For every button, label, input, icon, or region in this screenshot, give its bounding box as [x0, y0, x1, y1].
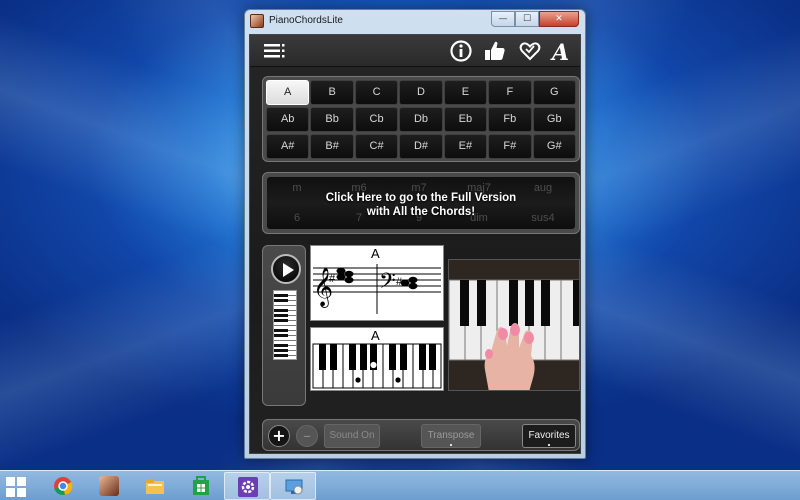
- maximize-button[interactable]: ☐: [515, 11, 539, 27]
- favorites-dropdown-indicator: [548, 444, 550, 446]
- taskbar-chrome[interactable]: [40, 472, 86, 500]
- key-D[interactable]: D: [399, 80, 443, 105]
- chord-type-selector[interactable]: m m6 m7 maj7 aug 6 7 9 dim sus4 Click He…: [262, 172, 580, 234]
- key-A-sharp[interactable]: A#: [266, 134, 310, 159]
- add-favorite-button[interactable]: +: [268, 425, 290, 447]
- promo-line-2: with All the Chords!: [366, 206, 476, 218]
- sound-toggle-button[interactable]: Sound On: [324, 424, 380, 448]
- thumbs-up-icon[interactable]: [483, 39, 507, 63]
- play-button[interactable]: [271, 254, 301, 284]
- svg-text:𝄢: 𝄢: [379, 269, 396, 299]
- transpose-dropdown-indicator: [450, 444, 452, 446]
- app-icon: [250, 14, 264, 28]
- key-G-sharp[interactable]: G#: [532, 134, 576, 159]
- full-version-promo[interactable]: Click Here to go to the Full Version wit…: [267, 191, 575, 219]
- remove-favorite-button[interactable]: –: [296, 425, 318, 447]
- menu-icon[interactable]: [262, 39, 286, 63]
- key-F[interactable]: F: [488, 80, 532, 105]
- key-Bb[interactable]: Bb: [310, 107, 354, 132]
- key-Db[interactable]: Db: [399, 107, 443, 132]
- key-Fb[interactable]: Fb: [488, 107, 532, 132]
- taskbar-piano-chords[interactable]: [86, 472, 132, 500]
- key-G[interactable]: G: [532, 80, 576, 105]
- key-Ab[interactable]: Ab: [266, 107, 310, 132]
- transpose-button[interactable]: Transpose: [421, 424, 481, 448]
- keyboard-diagram: A: [310, 327, 444, 391]
- window-title: PianoChordsLite: [269, 15, 343, 26]
- key-Gb[interactable]: Gb: [532, 107, 576, 132]
- taskbar: [0, 470, 800, 500]
- taskbar-settings[interactable]: [224, 472, 270, 500]
- minimize-button[interactable]: —: [491, 11, 515, 27]
- key-B[interactable]: B: [310, 80, 354, 105]
- taskbar-file-explorer[interactable]: [132, 472, 178, 500]
- favorites-label: Favorites: [528, 430, 570, 441]
- treble-sharp-sign: #: [329, 273, 336, 285]
- key-E[interactable]: E: [443, 80, 488, 105]
- chord-notation: A 𝄞 𝄢 # #: [310, 245, 444, 321]
- svg-text:A: A: [550, 40, 569, 63]
- mini-piano-icon[interactable]: [273, 290, 297, 360]
- info-icon[interactable]: [449, 39, 473, 63]
- flat-keys-row: Ab Bb Cb Db Eb Fb Gb: [266, 107, 576, 133]
- key-Eb[interactable]: Eb: [443, 107, 488, 132]
- store-icon: [191, 476, 211, 496]
- heart-icon[interactable]: [518, 39, 542, 63]
- key-Cb[interactable]: Cb: [354, 107, 399, 132]
- font-icon[interactable]: A: [550, 39, 574, 66]
- title-bar[interactable]: PianoChordsLite — ☐ ✕: [245, 10, 585, 32]
- file-explorer-icon: [145, 476, 165, 496]
- control-panel-icon: [284, 477, 304, 497]
- close-button[interactable]: ✕: [539, 11, 579, 27]
- favorites-button[interactable]: Favorites: [522, 424, 576, 448]
- key-F-sharp[interactable]: F#: [488, 134, 532, 159]
- key-E-sharp[interactable]: E#: [443, 134, 488, 159]
- key-C[interactable]: C: [354, 80, 399, 105]
- key-C-sharp[interactable]: C#: [354, 134, 399, 159]
- key-A[interactable]: A: [266, 80, 310, 105]
- taskbar-control-panel[interactable]: [270, 472, 316, 500]
- promo-line-1: Click Here to go to the Full Version: [325, 192, 517, 204]
- piano-chords-icon: [99, 476, 119, 496]
- sharp-keys-row: A# B# C# D# E# F# G#: [266, 134, 576, 160]
- settings-icon: [238, 477, 258, 497]
- app-window: PianoChordsLite — ☐ ✕ A A B C D E F G Ab…: [244, 9, 586, 459]
- taskbar-store[interactable]: [178, 472, 224, 500]
- app-toolbar: A: [250, 35, 580, 67]
- chrome-icon: [53, 476, 73, 496]
- caption-buttons: — ☐ ✕: [491, 11, 579, 27]
- root-note-grid: A B C D E F G Ab Bb Cb Db Eb Fb Gb A# B#…: [262, 76, 580, 162]
- keyboard-svg: [312, 343, 442, 389]
- piano-photo-svg: [449, 260, 579, 390]
- playback-side-panel: [262, 245, 306, 406]
- key-D-sharp[interactable]: D#: [399, 134, 443, 159]
- start-button[interactable]: [6, 477, 26, 497]
- hand-on-piano-image: [448, 259, 580, 391]
- bottom-controls: + – Sound On Transpose Favorites: [262, 419, 580, 451]
- key-B-sharp[interactable]: B#: [310, 134, 354, 159]
- app-client-area: A A B C D E F G Ab Bb Cb Db Eb Fb Gb A# …: [249, 34, 581, 454]
- chord-type-wheel: m m6 m7 maj7 aug 6 7 9 dim sus4 Click He…: [267, 177, 575, 229]
- natural-keys-row: A B C D E F G: [266, 80, 576, 106]
- transpose-label: Transpose: [427, 430, 475, 441]
- bass-sharp-sign: #: [396, 276, 403, 288]
